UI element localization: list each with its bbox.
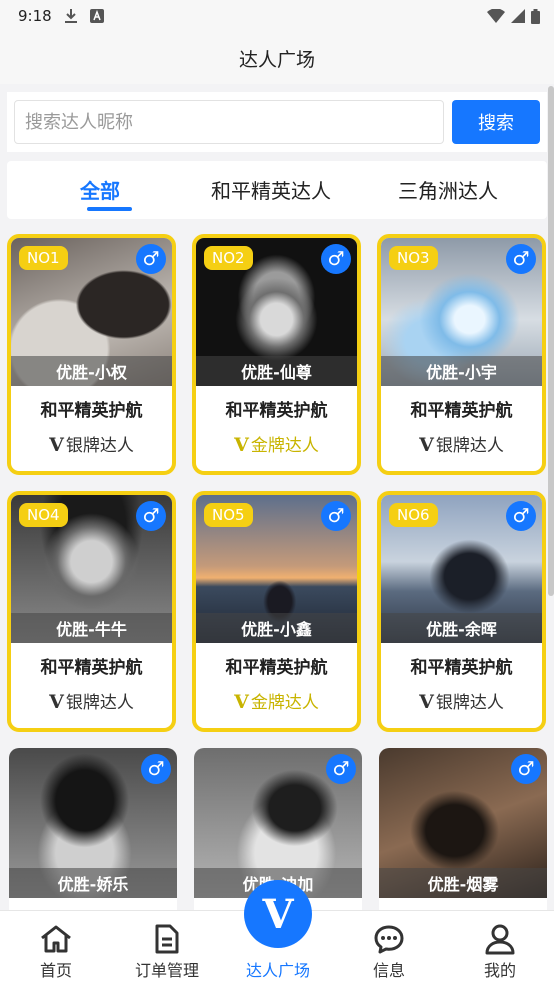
level-badge: V 金牌达人	[234, 691, 319, 713]
home-icon	[39, 923, 73, 955]
service-title: 和平精英护航	[225, 401, 328, 421]
v-icon: V	[419, 691, 434, 713]
male-icon: ♂	[326, 754, 356, 784]
status-bar: 9:18	[0, 0, 554, 32]
expert-photo: NO1 ♂ 优胜-小权	[11, 238, 172, 386]
level-badge: V 金牌达人	[234, 434, 319, 456]
level-badge: V 银牌达人	[49, 691, 134, 713]
expert-photo: NO3 ♂ 优胜-小宇	[381, 238, 542, 386]
expert-photo: ♂ 优胜-娇乐	[9, 748, 177, 898]
rank-badge: NO5	[204, 503, 253, 527]
chat-icon	[373, 923, 405, 955]
status-time: 9:18	[18, 7, 52, 25]
expert-card[interactable]: NO1 ♂ 优胜-小权 和平精英护航 V 银牌达人	[7, 234, 176, 475]
service-title: 和平精英护航	[225, 658, 328, 678]
expert-photo: NO2 ♂ 优胜-仙尊	[196, 238, 357, 386]
tab-active-indicator	[87, 207, 132, 211]
service-title: 和平精英护航	[40, 401, 143, 421]
v-icon: V	[49, 691, 64, 713]
service-title: 和平精英护航	[40, 658, 143, 678]
v-icon: V	[234, 691, 249, 713]
category-tabs: 全部 和平精英达人 三角洲达人	[7, 161, 547, 219]
male-icon: ♂	[136, 244, 166, 274]
male-icon: ♂	[321, 244, 351, 274]
rank-badge: NO6	[389, 503, 438, 527]
expert-photo: ♂ 优胜-烟雾	[379, 748, 547, 898]
tab-all[interactable]: 全部	[80, 175, 120, 204]
service-title: 和平精英护航	[410, 401, 513, 421]
v-icon: V	[49, 434, 64, 456]
expert-name: 优胜-娇乐	[9, 868, 177, 898]
v-icon: V	[419, 434, 434, 456]
nav-home[interactable]: 首页	[6, 911, 106, 981]
rank-badge: NO1	[19, 246, 68, 270]
battery-icon	[531, 8, 540, 24]
search-input[interactable]	[14, 100, 444, 144]
search-bar: 搜索	[7, 92, 547, 152]
male-icon: ♂	[321, 501, 351, 531]
wifi-icon	[487, 9, 505, 23]
expert-name: 优胜-仙尊	[196, 356, 357, 386]
v-logo-icon[interactable]: V	[244, 880, 312, 948]
expert-card[interactable]: NO5 ♂ 优胜-小鑫 和平精英护航 V 金牌达人	[192, 491, 361, 732]
expert-photo: NO5 ♂ 优胜-小鑫	[196, 495, 357, 643]
expert-photo: NO4 ♂ 优胜-牛牛	[11, 495, 172, 643]
male-icon: ♂	[506, 501, 536, 531]
rank-badge: NO3	[389, 246, 438, 270]
service-title: 和平精英护航	[410, 658, 513, 678]
male-icon: ♂	[506, 244, 536, 274]
user-icon	[484, 923, 516, 955]
download-icon	[64, 8, 78, 24]
search-button[interactable]: 搜索	[452, 100, 540, 144]
scrollbar[interactable]	[548, 86, 554, 596]
level-badge: V 银牌达人	[419, 434, 504, 456]
v-icon: V	[234, 434, 249, 456]
expert-name: 优胜-烟雾	[379, 868, 547, 898]
expert-name: 优胜-牛牛	[11, 613, 172, 643]
tab-delta[interactable]: 三角洲达人	[398, 175, 498, 204]
signal-icon	[511, 9, 525, 23]
app-notification-icon	[89, 9, 104, 23]
expert-photo: ♂ 优胜-迪加	[194, 748, 362, 898]
document-icon	[154, 923, 180, 955]
rank-badge: NO4	[19, 503, 68, 527]
male-icon: ♂	[136, 501, 166, 531]
expert-name: 优胜-小鑫	[196, 613, 357, 643]
expert-card[interactable]: NO2 ♂ 优胜-仙尊 和平精英护航 V 金牌达人	[192, 234, 361, 475]
male-icon: ♂	[511, 754, 541, 784]
level-badge: V 银牌达人	[419, 691, 504, 713]
expert-card[interactable]: NO3 ♂ 优胜-小宇 和平精英护航 V 银牌达人	[377, 234, 546, 475]
expert-name: 优胜-余晖	[381, 613, 542, 643]
expert-card[interactable]: NO6 ♂ 优胜-余晖 和平精英护航 V 银牌达人	[377, 491, 546, 732]
expert-photo: NO6 ♂ 优胜-余晖	[381, 495, 542, 643]
nav-orders[interactable]: 订单管理	[117, 911, 217, 981]
expert-name: 优胜-小权	[11, 356, 172, 386]
level-badge: V 银牌达人	[49, 434, 134, 456]
expert-name: 优胜-小宇	[381, 356, 542, 386]
expert-card[interactable]: NO4 ♂ 优胜-牛牛 和平精英护航 V 银牌达人	[7, 491, 176, 732]
nav-messages[interactable]: 信息	[339, 911, 439, 981]
rank-badge: NO2	[204, 246, 253, 270]
male-icon: ♂	[141, 754, 171, 784]
page-title: 达人广场	[0, 32, 554, 84]
nav-profile[interactable]: 我的	[450, 911, 550, 981]
tab-peace-elite[interactable]: 和平精英达人	[211, 175, 331, 204]
